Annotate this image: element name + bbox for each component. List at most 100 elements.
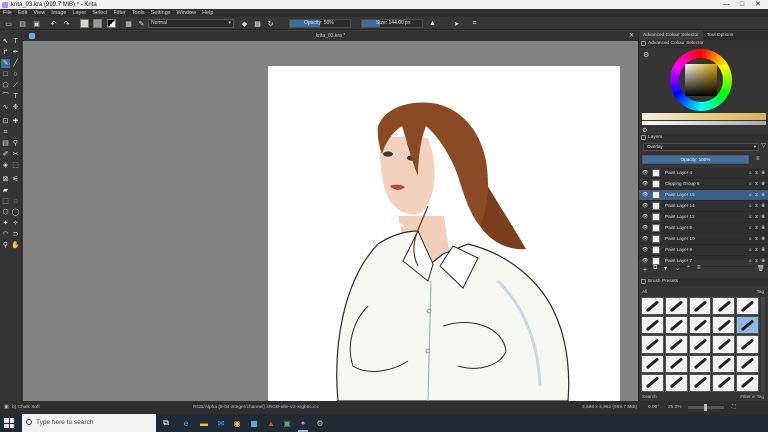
- move-tool-icon[interactable]: ✚: [11, 117, 20, 126]
- layer-row[interactable]: 👁 Paint Layer 4 α ⧖ ◉: [639, 168, 768, 179]
- layer-flags-icons[interactable]: α ⧖ ◉: [749, 179, 766, 189]
- new-document-icon[interactable]: ▭: [4, 19, 13, 28]
- brush-preset-tile[interactable]: [736, 297, 759, 316]
- layer-row[interactable]: 👁 Paint Layer 12 α ⧖ ◉: [639, 212, 768, 223]
- taskbar-search[interactable]: Type here to search: [22, 414, 156, 432]
- visibility-eye-icon[interactable]: 👁: [642, 223, 648, 233]
- brush-preset-tile[interactable]: [712, 354, 736, 373]
- visibility-eye-icon[interactable]: 👁: [642, 245, 648, 255]
- size-slider[interactable]: Size: 144.00 px: [361, 19, 423, 28]
- rotation-angle[interactable]: 0.00°: [648, 401, 659, 414]
- minimize-button[interactable]: —: [718, 0, 734, 9]
- brush-preset-tile[interactable]: [641, 297, 664, 316]
- polygonal-selection-tool-icon[interactable]: ⬡: [1, 208, 10, 217]
- brush-preset-tile[interactable]: [736, 354, 759, 373]
- brush-preset-tile[interactable]: [736, 373, 759, 392]
- canvas-paper[interactable]: [268, 66, 620, 401]
- brush-preset-tile[interactable]: [736, 316, 759, 335]
- gradient-tool-icon[interactable]: ▤: [1, 139, 10, 148]
- multibrush-tool-icon[interactable]: ✥: [11, 103, 20, 112]
- task-view-icon[interactable]: ⧉: [160, 417, 172, 429]
- layer-row[interactable]: 👁 Paint Layer 15 α ⧖ ◉: [639, 190, 768, 201]
- file-explorer-icon[interactable]: ▬: [198, 417, 210, 429]
- brush-editor-icon[interactable]: ▦: [124, 19, 133, 28]
- visibility-eye-icon[interactable]: 👁: [642, 168, 648, 178]
- brush-preset-tile[interactable]: [712, 373, 736, 392]
- brush-preset-tile[interactable]: [664, 373, 688, 392]
- layer-opacity-slider[interactable]: Opacity: 100%: [642, 155, 749, 164]
- move-down-icon[interactable]: ⌄: [675, 265, 680, 272]
- layer-options-icon[interactable]: ≡: [756, 156, 760, 162]
- colour-history-bar[interactable]: [642, 113, 766, 120]
- menu-select[interactable]: Select: [92, 10, 107, 16]
- brush-tag-button[interactable]: Tag: [757, 289, 764, 294]
- bezier-tool-icon[interactable]: ⌒: [1, 92, 10, 101]
- settings-app-icon[interactable]: ⚙: [314, 417, 326, 429]
- contiguous-selection-tool-icon[interactable]: ✦: [1, 219, 10, 228]
- pattern-swatch[interactable]: [93, 19, 102, 28]
- wrap-around-icon[interactable]: ⌗: [470, 19, 479, 28]
- brush-preset-tile[interactable]: [664, 354, 688, 373]
- maximize-button[interactable]: □: [734, 0, 750, 9]
- colour-square[interactable]: [685, 64, 717, 96]
- enclose-fill-tool-icon[interactable]: ⬚: [11, 161, 20, 170]
- polygon-tool-icon[interactable]: ⬠: [1, 81, 10, 90]
- document-tab[interactable]: krita_03.kra * ✕: [23, 31, 638, 41]
- menu-view[interactable]: View: [33, 10, 45, 16]
- panel-float-icon[interactable]: [641, 41, 646, 46]
- brush-preset-tile[interactable]: [664, 316, 688, 335]
- panel-float-icon[interactable]: [641, 135, 646, 140]
- brush-preset-tile[interactable]: [641, 373, 664, 392]
- eraser-mode-icon[interactable]: ◆: [240, 19, 249, 28]
- similar-color-selection-tool-icon[interactable]: ✧: [11, 219, 20, 228]
- tab-tool-options[interactable]: Tool Options: [703, 31, 738, 40]
- menu-filter[interactable]: Filter: [114, 10, 126, 16]
- save-icon[interactable]: ▣: [32, 19, 41, 28]
- edit-shapes-tool-icon[interactable]: ↱: [1, 48, 10, 57]
- colour-value-bar[interactable]: [642, 121, 766, 125]
- freehand-path-tool-icon[interactable]: T: [11, 92, 20, 101]
- brush-preset-tile[interactable]: [641, 354, 664, 373]
- delete-layer-icon[interactable]: 🗑: [757, 265, 765, 272]
- dynamic-brush-tool-icon[interactable]: ∿: [1, 103, 10, 112]
- canvas-area[interactable]: krita_03.kra * ✕: [23, 31, 638, 401]
- menu-settings[interactable]: Settings: [151, 10, 171, 16]
- brush-preset-tile[interactable]: [712, 335, 736, 354]
- crop-tool-icon[interactable]: ⌗: [1, 128, 10, 137]
- brush-preset-tile[interactable]: [688, 316, 712, 335]
- undo-icon[interactable]: ↶: [49, 19, 58, 28]
- acrobat-icon[interactable]: ▲: [265, 417, 277, 429]
- edge-browser-icon[interactable]: e: [180, 417, 192, 429]
- brush-preset-tile[interactable]: [688, 373, 712, 392]
- layer-row[interactable]: 👁 Paint Layer 10 α ⧖ ◉: [639, 234, 768, 245]
- layer-flags-icons[interactable]: α ⧖ ◉: [749, 212, 766, 222]
- close-button[interactable]: ✕: [750, 0, 766, 9]
- layer-row[interactable]: 👁 Paint Layer 14 α ⧖ ◉: [639, 201, 768, 212]
- transform-tool-icon[interactable]: ⊡: [1, 117, 10, 126]
- fill-tool-icon[interactable]: ◈: [1, 161, 10, 170]
- layer-row[interactable]: 👁 Clipping Group 6 α ⧖ ◉: [639, 179, 768, 190]
- layer-flags-icons[interactable]: α ⧖ ◉: [749, 234, 766, 244]
- add-mask-icon[interactable]: ▾: [664, 265, 667, 272]
- calligraphy-tool-icon[interactable]: ✒: [11, 48, 20, 57]
- zoom-slider[interactable]: [688, 404, 724, 411]
- freehand-brush-tool-icon[interactable]: ✎: [1, 59, 10, 68]
- menu-tools[interactable]: Tools: [132, 10, 145, 16]
- menu-file[interactable]: File: [3, 10, 12, 16]
- menu-help[interactable]: Help: [202, 10, 213, 16]
- freehand-selection-tool-icon[interactable]: ◯: [11, 208, 20, 217]
- pan-tool-icon[interactable]: ✋: [11, 241, 20, 250]
- duplicate-layer-icon[interactable]: ⧉: [653, 265, 657, 272]
- move-up-icon[interactable]: ⌃: [686, 265, 691, 272]
- reload-preset-icon[interactable]: ↻: [266, 19, 275, 28]
- brush-scrollbar[interactable]: [761, 297, 765, 392]
- brush-preset-tile[interactable]: [664, 335, 688, 354]
- fg-bg-color-swatch[interactable]: [107, 19, 116, 28]
- zoom-slider-knob[interactable]: [704, 404, 707, 411]
- krita-taskbar-icon[interactable]: ✦: [297, 417, 309, 432]
- line-tool-icon[interactable]: ╱: [11, 59, 20, 68]
- tab-close-icon[interactable]: ✕: [629, 31, 634, 41]
- measure-tool-icon[interactable]: ⚟: [11, 175, 20, 184]
- brush-preset-tile[interactable]: [712, 316, 736, 335]
- fullscreen-icon[interactable]: ⛶: [732, 401, 735, 414]
